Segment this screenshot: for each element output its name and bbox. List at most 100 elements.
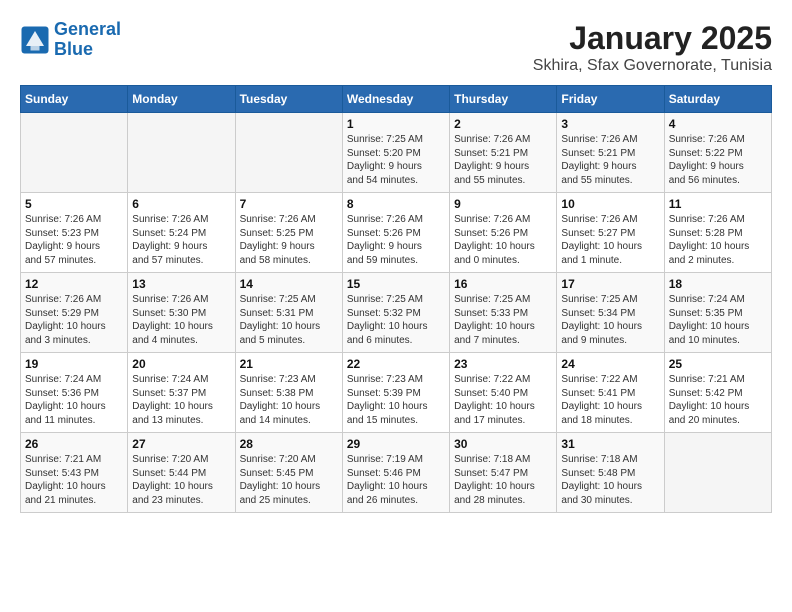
weekday-header-saturday: Saturday	[664, 86, 771, 113]
calendar-cell: 27 Sunrise: 7:20 AM Sunset: 5:44 PM Dayli…	[128, 433, 235, 513]
weekday-header-monday: Monday	[128, 86, 235, 113]
calendar-cell: 21Sunrise: 7:23 AM Sunset: 5:38 PM Dayli…	[235, 353, 342, 433]
day-info: Sunrise: 7:20 AM Sunset: 5:45 PM Dayligh…	[240, 453, 338, 507]
day-info: Sunrise: 7:25 AM Sunset: 5:33 PM Dayligh…	[454, 293, 552, 347]
day-number: 24	[561, 357, 659, 371]
logo: General Blue	[20, 20, 121, 60]
day-number: 22	[347, 357, 445, 371]
day-info: Sunrise: 7:26 AM Sunset: 5:21 PM Dayligh…	[561, 133, 659, 187]
day-info: Sunrise: 7:20 AM Sunset: 5:44 PM Dayligh…	[132, 453, 230, 507]
weekday-header-row: SundayMondayTuesdayWednesdayThursdayFrid…	[21, 86, 772, 113]
day-number: 11	[669, 197, 767, 211]
day-number: 3	[561, 117, 659, 131]
day-info: Sunrise: 7:23 AM Sunset: 5:38 PM Dayligh…	[240, 373, 338, 427]
calendar-cell: 30 Sunrise: 7:18 AM Sunset: 5:47 PM Dayli…	[450, 433, 557, 513]
day-info: Sunrise: 7:25 AM Sunset: 5:34 PM Dayligh…	[561, 293, 659, 347]
day-info: Sunrise: 7:23 AM Sunset: 5:39 PM Dayligh…	[347, 373, 445, 427]
day-number: 2	[454, 117, 552, 131]
day-number: 25	[669, 357, 767, 371]
day-info: Sunrise: 7:26 AM Sunset: 5:30 PM Dayligh…	[132, 293, 230, 347]
header: General Blue January 2025 Skhira, Sfax G…	[20, 20, 772, 75]
page: General Blue January 2025 Skhira, Sfax G…	[0, 0, 792, 523]
day-number: 4	[669, 117, 767, 131]
day-number: 5	[25, 197, 123, 211]
day-number: 18	[669, 277, 767, 291]
calendar-cell: 22 Sunrise: 7:23 AM Sunset: 5:39 PM Dayli…	[342, 353, 449, 433]
day-info: Sunrise: 7:26 AM Sunset: 5:29 PM Dayligh…	[25, 293, 123, 347]
day-info: Sunrise: 7:18 AM Sunset: 5:48 PM Dayligh…	[561, 453, 659, 507]
day-info: Sunrise: 7:18 AM Sunset: 5:47 PM Dayligh…	[454, 453, 552, 507]
logo-line2: Blue	[54, 39, 93, 59]
day-info: Sunrise: 7:24 AM Sunset: 5:36 PM Dayligh…	[25, 373, 123, 427]
calendar-cell: 10Sunrise: 7:26 AM Sunset: 5:27 PM Dayli…	[557, 193, 664, 273]
calendar-cell: 6 Sunrise: 7:26 AM Sunset: 5:24 PM Daylig…	[128, 193, 235, 273]
day-info: Sunrise: 7:25 AM Sunset: 5:20 PM Dayligh…	[347, 133, 445, 187]
calendar-body: 1Sunrise: 7:25 AM Sunset: 5:20 PM Daylig…	[21, 113, 772, 513]
weekday-header-tuesday: Tuesday	[235, 86, 342, 113]
calendar-cell: 23 Sunrise: 7:22 AM Sunset: 5:40 PM Dayli…	[450, 353, 557, 433]
calendar-cell: 9Sunrise: 7:26 AM Sunset: 5:26 PM Daylig…	[450, 193, 557, 273]
day-info: Sunrise: 7:26 AM Sunset: 5:24 PM Dayligh…	[132, 213, 230, 267]
day-number: 20	[132, 357, 230, 371]
main-title: January 2025	[533, 20, 772, 57]
day-number: 15	[347, 277, 445, 291]
day-number: 28	[240, 437, 338, 451]
title-block: January 2025 Skhira, Sfax Governorate, T…	[533, 20, 772, 75]
day-number: 12	[25, 277, 123, 291]
calendar-cell: 1Sunrise: 7:25 AM Sunset: 5:20 PM Daylig…	[342, 113, 449, 193]
calendar-cell: 16Sunrise: 7:25 AM Sunset: 5:33 PM Dayli…	[450, 273, 557, 353]
day-number: 7	[240, 197, 338, 211]
day-number: 13	[132, 277, 230, 291]
calendar-cell: 24 Sunrise: 7:22 AM Sunset: 5:41 PM Dayli…	[557, 353, 664, 433]
day-info: Sunrise: 7:26 AM Sunset: 5:21 PM Dayligh…	[454, 133, 552, 187]
day-number: 29	[347, 437, 445, 451]
weekday-header-wednesday: Wednesday	[342, 86, 449, 113]
calendar-cell: 28 Sunrise: 7:20 AM Sunset: 5:45 PM Dayli…	[235, 433, 342, 513]
logo-icon	[20, 25, 50, 55]
day-number: 23	[454, 357, 552, 371]
calendar-cell: 15 Sunrise: 7:25 AM Sunset: 5:32 PM Dayli…	[342, 273, 449, 353]
day-number: 19	[25, 357, 123, 371]
calendar-cell: 25 Sunrise: 7:21 AM Sunset: 5:42 PM Dayli…	[664, 353, 771, 433]
logo-line1: General	[54, 19, 121, 39]
calendar-cell: 4Sunrise: 7:26 AM Sunset: 5:22 PM Daylig…	[664, 113, 771, 193]
day-info: Sunrise: 7:24 AM Sunset: 5:35 PM Dayligh…	[669, 293, 767, 347]
calendar-cell: 19 Sunrise: 7:24 AM Sunset: 5:36 PM Dayli…	[21, 353, 128, 433]
week-row-2: 12 Sunrise: 7:26 AM Sunset: 5:29 PM Dayli…	[21, 273, 772, 353]
day-info: Sunrise: 7:26 AM Sunset: 5:28 PM Dayligh…	[669, 213, 767, 267]
day-info: Sunrise: 7:22 AM Sunset: 5:41 PM Dayligh…	[561, 373, 659, 427]
week-row-4: 26Sunrise: 7:21 AM Sunset: 5:43 PM Dayli…	[21, 433, 772, 513]
logo-text: General Blue	[54, 20, 121, 60]
week-row-1: 5Sunrise: 7:26 AM Sunset: 5:23 PM Daylig…	[21, 193, 772, 273]
day-number: 14	[240, 277, 338, 291]
day-number: 30	[454, 437, 552, 451]
calendar-cell: 3 Sunrise: 7:26 AM Sunset: 5:21 PM Daylig…	[557, 113, 664, 193]
calendar-cell	[21, 113, 128, 193]
week-row-3: 19 Sunrise: 7:24 AM Sunset: 5:36 PM Dayli…	[21, 353, 772, 433]
calendar-cell: 13 Sunrise: 7:26 AM Sunset: 5:30 PM Dayli…	[128, 273, 235, 353]
day-number: 9	[454, 197, 552, 211]
day-info: Sunrise: 7:25 AM Sunset: 5:31 PM Dayligh…	[240, 293, 338, 347]
calendar-cell: 14 Sunrise: 7:25 AM Sunset: 5:31 PM Dayli…	[235, 273, 342, 353]
calendar-cell	[128, 113, 235, 193]
day-number: 10	[561, 197, 659, 211]
calendar-cell: 18 Sunrise: 7:24 AM Sunset: 5:35 PM Dayli…	[664, 273, 771, 353]
calendar-cell: 8 Sunrise: 7:26 AM Sunset: 5:26 PM Daylig…	[342, 193, 449, 273]
day-info: Sunrise: 7:21 AM Sunset: 5:42 PM Dayligh…	[669, 373, 767, 427]
day-info: Sunrise: 7:22 AM Sunset: 5:40 PM Dayligh…	[454, 373, 552, 427]
calendar-cell: 26Sunrise: 7:21 AM Sunset: 5:43 PM Dayli…	[21, 433, 128, 513]
day-info: Sunrise: 7:19 AM Sunset: 5:46 PM Dayligh…	[347, 453, 445, 507]
day-info: Sunrise: 7:21 AM Sunset: 5:43 PM Dayligh…	[25, 453, 123, 507]
day-info: Sunrise: 7:26 AM Sunset: 5:26 PM Dayligh…	[347, 213, 445, 267]
calendar-cell: 12 Sunrise: 7:26 AM Sunset: 5:29 PM Dayli…	[21, 273, 128, 353]
calendar-cell: 29 Sunrise: 7:19 AM Sunset: 5:46 PM Dayli…	[342, 433, 449, 513]
day-number: 17	[561, 277, 659, 291]
day-number: 27	[132, 437, 230, 451]
day-number: 6	[132, 197, 230, 211]
calendar-cell: 31Sunrise: 7:18 AM Sunset: 5:48 PM Dayli…	[557, 433, 664, 513]
weekday-header-sunday: Sunday	[21, 86, 128, 113]
calendar-header: SundayMondayTuesdayWednesdayThursdayFrid…	[21, 86, 772, 113]
calendar-cell	[664, 433, 771, 513]
day-number: 8	[347, 197, 445, 211]
day-info: Sunrise: 7:25 AM Sunset: 5:32 PM Dayligh…	[347, 293, 445, 347]
